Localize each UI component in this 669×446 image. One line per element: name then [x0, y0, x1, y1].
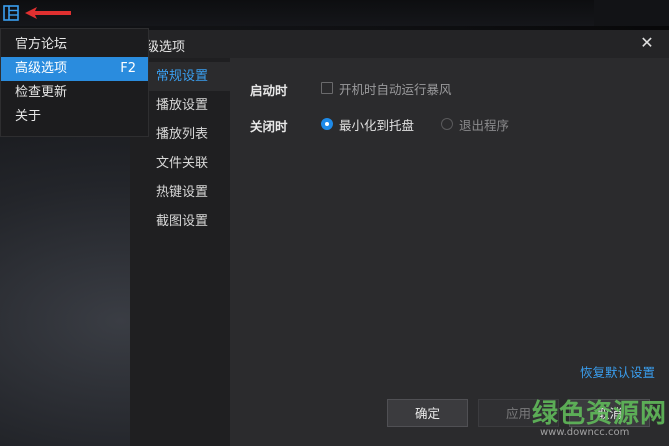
- close-icon[interactable]: ✕: [639, 34, 655, 52]
- exit-program-label[interactable]: 退出程序: [459, 115, 509, 134]
- menu-item-advanced-options[interactable]: 高级选项 F2: [1, 57, 148, 81]
- dialog-title: 级选项: [146, 40, 186, 55]
- dialog-title-bar: 级选项 ✕: [130, 30, 669, 58]
- menu-item-official-forum[interactable]: 官方论坛: [1, 33, 148, 57]
- menu-item-shortcut: F2: [120, 61, 136, 76]
- title-bar-right: [594, 0, 669, 26]
- main-menu-icon[interactable]: [3, 5, 19, 21]
- menu-item-label: 关于: [15, 109, 42, 124]
- on-close-label: 关闭时: [250, 119, 288, 134]
- menu-item-check-updates[interactable]: 检查更新: [1, 81, 148, 105]
- autostart-label[interactable]: 开机时自动运行暴风: [339, 79, 452, 98]
- nav-file-association[interactable]: 文件关联: [130, 149, 230, 178]
- menu-item-about[interactable]: 关于: [1, 105, 148, 129]
- menu-item-label: 检查更新: [15, 85, 68, 100]
- watermark-url: www.downcc.com: [540, 427, 630, 438]
- startup-label: 启动时: [250, 83, 288, 98]
- menu-item-label: 高级选项: [15, 61, 68, 76]
- autostart-checkbox[interactable]: [321, 82, 333, 94]
- minimize-to-tray-radio[interactable]: [321, 118, 333, 130]
- player-title-bar: [0, 0, 594, 26]
- exit-program-radio[interactable]: [441, 118, 453, 130]
- nav-screenshot-settings[interactable]: 截图设置: [130, 207, 230, 236]
- restore-defaults-link[interactable]: 恢复默认设置: [580, 362, 655, 381]
- red-arrow-annotation-icon: [25, 7, 71, 19]
- watermark-text: 绿色资源网: [532, 399, 668, 429]
- ok-button[interactable]: 确定: [387, 399, 468, 427]
- nav-hotkey-settings[interactable]: 热键设置: [130, 178, 230, 207]
- minimize-to-tray-label[interactable]: 最小化到托盘: [339, 115, 414, 134]
- main-menu-dropdown: 官方论坛 高级选项 F2 检查更新 关于: [0, 28, 149, 137]
- menu-item-label: 官方论坛: [15, 37, 68, 52]
- advanced-options-dialog: 级选项 ✕ 常规设置 播放设置 播放列表 文件关联 热键设置 截图设置 启动时 …: [130, 30, 669, 446]
